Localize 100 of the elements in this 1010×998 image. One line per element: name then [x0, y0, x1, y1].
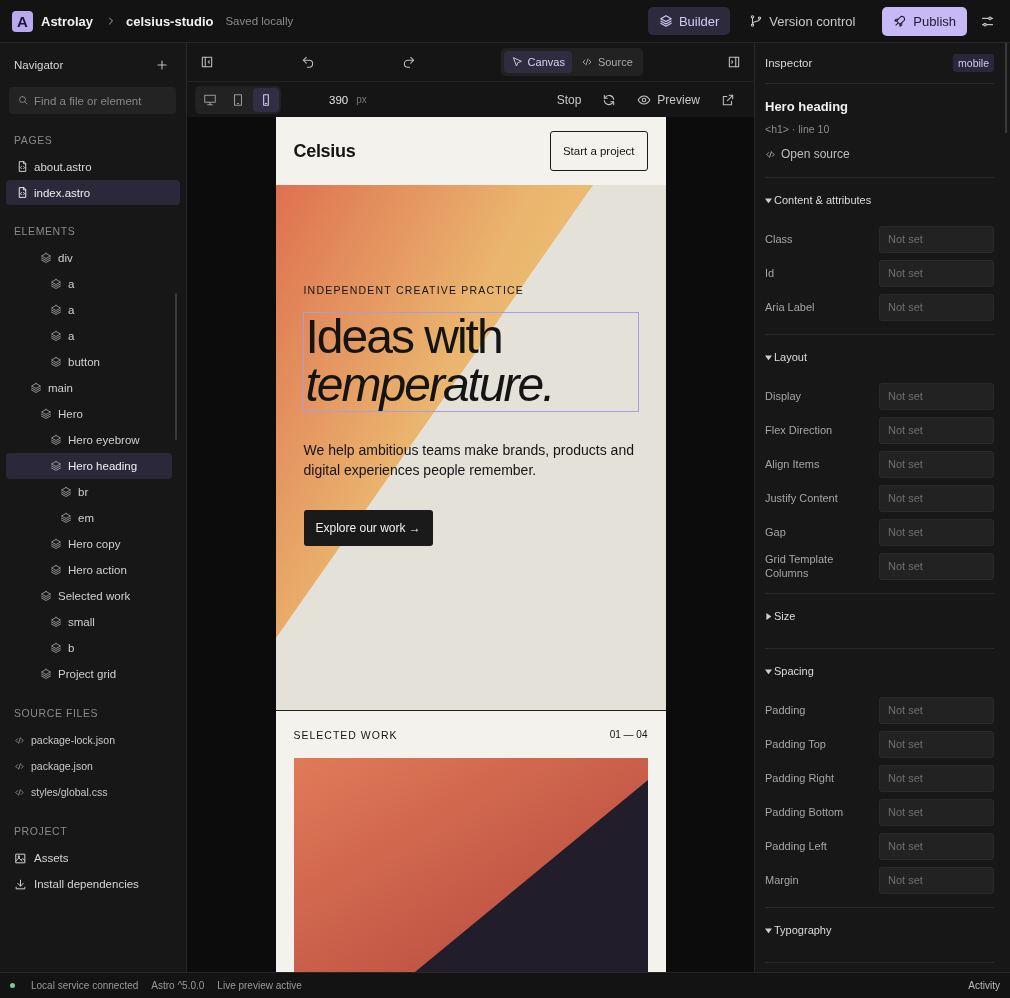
layers-icon [50, 538, 62, 550]
layers-icon [658, 14, 673, 28]
mode-tab[interactable]: Version control [738, 7, 867, 35]
property-field[interactable]: Not set [879, 225, 994, 253]
property-field[interactable]: Not set [879, 450, 994, 478]
sidebar-icon [726, 55, 741, 69]
rocket-icon [893, 14, 908, 28]
site-logo[interactable]: Celsius [293, 140, 356, 162]
hero-heading[interactable]: Ideas with temperature. [302, 312, 639, 412]
property-field[interactable]: Not set [879, 696, 994, 724]
code-icon [765, 148, 776, 160]
project-item[interactable]: Assets [6, 845, 180, 871]
element-item[interactable]: br [6, 479, 172, 505]
property-field[interactable]: Not set [879, 293, 994, 321]
element-item[interactable]: Selected work [6, 583, 172, 609]
code-icon [580, 56, 593, 68]
property-field[interactable]: Not set [879, 798, 994, 826]
layers-icon [50, 460, 62, 472]
external-link-icon [721, 92, 735, 107]
start-project-button[interactable]: Start a project [549, 131, 648, 171]
section-toggle[interactable]: Spacing [765, 649, 814, 693]
caret-right-icon [765, 612, 772, 620]
element-name: Hero heading [765, 99, 850, 114]
layers-icon [40, 668, 52, 680]
scrollbar[interactable] [175, 293, 177, 440]
element-item[interactable]: em [6, 505, 172, 531]
source-file-item[interactable]: package-lock.json [6, 727, 180, 753]
property-field[interactable]: Not set [879, 730, 994, 758]
property-field[interactable]: Not set [879, 832, 994, 860]
element-item[interactable]: Hero [6, 401, 172, 427]
hero-copy: We help ambitious teams make brands, products and digital experiences people remember. [303, 441, 635, 480]
refresh-icon [602, 92, 617, 107]
sidebar-icon [200, 55, 214, 69]
property-field[interactable]: Not set [879, 416, 994, 444]
branch-icon [749, 14, 764, 28]
section-toggle[interactable]: Layout [765, 335, 808, 379]
panel-title: Inspector [765, 57, 813, 69]
element-item[interactable]: Hero action [6, 557, 172, 583]
monitor-icon [203, 92, 217, 107]
mode-tab[interactable]: Builder [647, 7, 731, 35]
file-icon [16, 186, 29, 199]
app-name: Astrolay [41, 13, 94, 29]
element-item[interactable]: a [6, 297, 172, 323]
download-icon [14, 877, 27, 891]
layers-icon [50, 616, 62, 628]
project-item[interactable]: Install dependencies [6, 871, 180, 897]
element-item[interactable]: Hero heading [6, 453, 172, 479]
layers-icon [40, 252, 52, 264]
view-tab[interactable]: Source [573, 51, 640, 73]
property-field[interactable]: Not set [879, 484, 994, 512]
source-file-item[interactable]: styles/global.css [6, 779, 180, 805]
element-item[interactable]: button [6, 349, 172, 375]
element-item[interactable]: main [6, 375, 172, 401]
image-icon [14, 851, 27, 865]
open-source-link[interactable]: Open source [765, 147, 850, 161]
section-toggle[interactable]: Size [765, 594, 796, 638]
scrollbar[interactable] [1005, 43, 1007, 133]
property-field[interactable]: Not set [879, 552, 994, 580]
layers-icon [50, 642, 62, 654]
section-title: SELECTED WORK [293, 728, 398, 741]
device-button[interactable] [253, 87, 279, 112]
property-field[interactable]: Not set [879, 764, 994, 792]
hero-eyebrow: INDEPENDENT CREATIVE PRACTICE [303, 284, 526, 296]
search-field[interactable]: Find a file or element [9, 87, 176, 114]
property-field[interactable]: Not set [879, 259, 994, 287]
field-label: Padding Bottom [765, 805, 845, 819]
field-label: Padding Top [765, 737, 827, 751]
source-file-item[interactable]: package.json [6, 753, 180, 779]
field-label: Padding Left [765, 839, 828, 853]
layers-icon [50, 564, 62, 576]
page-item[interactable]: index.astro [6, 180, 180, 205]
code-icon [14, 760, 25, 772]
publish-button[interactable]: Publish [882, 6, 967, 36]
project-thumbnail[interactable] [293, 758, 648, 972]
view-tab[interactable]: Canvas [503, 51, 572, 73]
property-field[interactable]: Not set [879, 518, 994, 546]
element-item[interactable]: b [6, 635, 172, 661]
preview-button[interactable]: Preview [633, 92, 704, 107]
section-toggle[interactable]: Typography [765, 908, 832, 952]
field-label: Class [765, 232, 794, 246]
property-field[interactable]: Not set [879, 382, 994, 410]
element-item[interactable]: Hero copy [6, 531, 172, 557]
element-item[interactable]: Hero eyebrow [6, 427, 172, 453]
property-field[interactable]: Not set [879, 866, 994, 894]
layers-icon [30, 382, 42, 394]
stop-button[interactable]: Stop [552, 92, 586, 107]
element-item[interactable]: Project grid [6, 661, 172, 687]
page-item[interactable]: about.astro [6, 154, 180, 179]
activity-button[interactable]: Activity [968, 980, 1000, 991]
width-value[interactable]: 390 [329, 93, 349, 106]
element-item[interactable]: div [6, 245, 172, 271]
project-name[interactable]: celsius-studio [126, 13, 214, 29]
section-count: 01 — 04 [609, 729, 648, 740]
element-item[interactable]: a [6, 271, 172, 297]
section-toggle[interactable]: Content & attributes [765, 178, 872, 222]
element-item[interactable]: small [6, 609, 172, 635]
field-label: Padding Right [765, 771, 836, 785]
explore-button[interactable]: Explore our work → [303, 510, 433, 546]
element-item[interactable]: a [6, 323, 172, 349]
cursor-icon [510, 56, 523, 68]
